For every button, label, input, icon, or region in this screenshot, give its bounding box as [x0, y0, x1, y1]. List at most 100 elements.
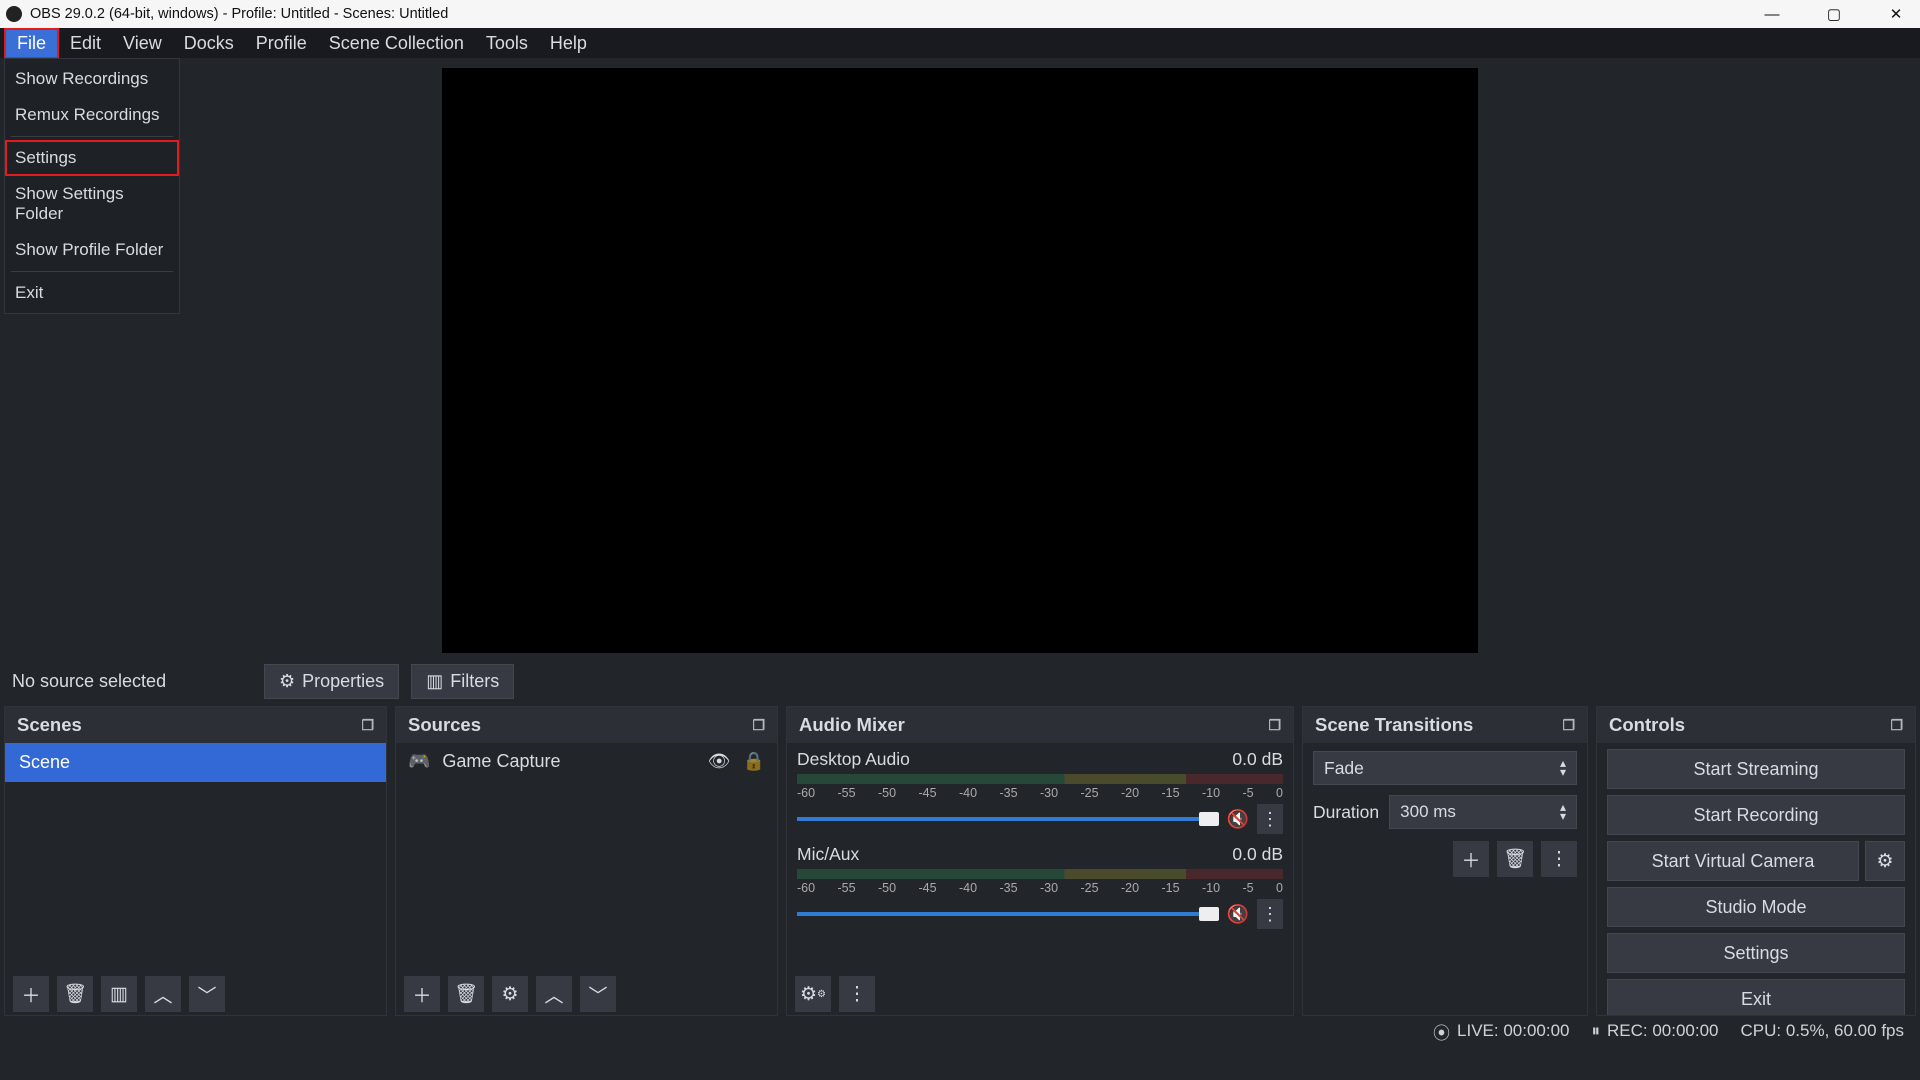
menu-separator [11, 136, 173, 137]
remove-scene-button[interactable]: 🗑 [57, 976, 93, 1012]
pause-icon: ⏸ [1592, 1021, 1601, 1041]
add-scene-button[interactable]: ＋ [13, 976, 49, 1012]
properties-label: Properties [302, 671, 384, 692]
duration-label: Duration [1313, 802, 1379, 823]
start-virtual-camera-button[interactable]: Start Virtual Camera [1607, 841, 1859, 881]
track-db: 0.0 dB [1232, 749, 1283, 770]
file-menu-dropdown: Show Recordings Remux Recordings Setting… [4, 58, 180, 314]
visibility-icon[interactable]: 👁 [708, 751, 731, 772]
move-scene-down-button[interactable]: ﹀ [189, 976, 225, 1012]
popout-icon[interactable]: ❐ [1268, 717, 1281, 734]
lock-icon[interactable]: 🔒 [743, 751, 765, 772]
updown-icon: ▴▾ [1560, 803, 1566, 821]
remove-source-button[interactable]: 🗑 [448, 976, 484, 1012]
game-capture-icon: 🎮 [408, 751, 430, 772]
window-title: OBS 29.0.2 (64-bit, windows) - Profile: … [30, 6, 448, 22]
status-live: ⦿ LIVE: 00:00:00 [1433, 1019, 1569, 1044]
menu-show-settings-folder[interactable]: Show Settings Folder [5, 176, 179, 232]
transition-select[interactable]: Fade ▴▾ [1313, 751, 1577, 785]
duration-spinner[interactable]: 300 ms ▴▾ [1389, 795, 1577, 829]
source-item[interactable]: 🎮 Game Capture 👁 🔒 [396, 743, 777, 780]
filters-icon: ▥ [426, 671, 443, 692]
transition-value: Fade [1324, 758, 1364, 779]
scene-filters-button[interactable]: ▥ [101, 976, 137, 1012]
menu-settings[interactable]: Settings [5, 140, 179, 176]
popout-icon[interactable]: ❐ [1562, 717, 1575, 734]
menu-docks[interactable]: Docks [173, 30, 245, 57]
menu-view[interactable]: View [112, 30, 173, 57]
no-source-label: No source selected [12, 671, 252, 692]
volume-slider[interactable] [797, 912, 1219, 916]
audio-mixer-panel: Audio Mixer ❐ Desktop Audio 0.0 dB -60-5… [786, 706, 1294, 1016]
maximize-button[interactable]: ▢ [1814, 5, 1854, 23]
transition-menu-button[interactable]: ⋮ [1541, 841, 1577, 877]
start-recording-button[interactable]: Start Recording [1607, 795, 1905, 835]
mixer-menu-button[interactable]: ⋮ [839, 976, 875, 1012]
status-cpu: CPU: 0.5%, 60.00 fps [1741, 1021, 1904, 1041]
menu-show-profile-folder[interactable]: Show Profile Folder [5, 232, 179, 268]
filters-button[interactable]: ▥ Filters [411, 664, 514, 699]
audio-meter [797, 869, 1283, 879]
menu-show-recordings[interactable]: Show Recordings [5, 61, 179, 97]
track-name: Desktop Audio [797, 749, 910, 770]
move-source-down-button[interactable]: ﹀ [580, 976, 616, 1012]
close-button[interactable]: ✕ [1876, 5, 1916, 23]
menu-profile[interactable]: Profile [245, 30, 318, 57]
filters-label: Filters [450, 671, 499, 692]
exit-button[interactable]: Exit [1607, 979, 1905, 1015]
menubar: File Edit View Docks Profile Scene Colle… [0, 28, 1920, 58]
menu-edit[interactable]: Edit [59, 30, 112, 57]
popout-icon[interactable]: ❐ [752, 717, 765, 734]
duration-value: 300 ms [1400, 802, 1456, 822]
preview-canvas[interactable] [442, 68, 1478, 653]
titlebar: OBS 29.0.2 (64-bit, windows) - Profile: … [0, 0, 1920, 28]
menu-tools[interactable]: Tools [475, 30, 539, 57]
menu-scene-collection[interactable]: Scene Collection [318, 30, 475, 57]
source-info-bar: No source selected ⚙ Properties ▥ Filter… [0, 656, 1920, 706]
source-label: Game Capture [442, 751, 560, 772]
studio-mode-button[interactable]: Studio Mode [1607, 887, 1905, 927]
updown-icon: ▴▾ [1560, 759, 1566, 777]
broadcast-icon: ⦿ [1433, 1019, 1450, 1044]
scenes-title: Scenes [17, 714, 82, 736]
popout-icon[interactable]: ❐ [1890, 717, 1903, 734]
menu-exit[interactable]: Exit [5, 275, 179, 311]
menu-help[interactable]: Help [539, 30, 598, 57]
controls-title: Controls [1609, 714, 1685, 736]
transitions-panel: Scene Transitions ❐ Fade ▴▾ Duration 300… [1302, 706, 1588, 1016]
source-properties-button[interactable]: ⚙ [492, 976, 528, 1012]
settings-button[interactable]: Settings [1607, 933, 1905, 973]
audio-track: Desktop Audio 0.0 dB -60-55-50-45-40-35-… [787, 743, 1293, 838]
track-menu-button[interactable]: ⋮ [1257, 899, 1283, 929]
popout-icon[interactable]: ❐ [361, 717, 374, 734]
menu-file[interactable]: File [4, 28, 59, 59]
minimize-button[interactable]: — [1752, 6, 1792, 23]
properties-button[interactable]: ⚙ Properties [264, 664, 399, 699]
scene-item[interactable]: Scene [5, 743, 386, 782]
status-rec: ⏸ REC: 00:00:00 [1592, 1021, 1719, 1041]
menu-remux-recordings[interactable]: Remux Recordings [5, 97, 179, 133]
gear-icon: ⚙ [279, 671, 295, 692]
mute-icon[interactable]: 🔇 [1227, 809, 1249, 830]
remove-transition-button[interactable]: 🗑 [1497, 841, 1533, 877]
track-menu-button[interactable]: ⋮ [1257, 804, 1283, 834]
move-scene-up-button[interactable]: ︿ [145, 976, 181, 1012]
add-transition-button[interactable]: ＋ [1453, 841, 1489, 877]
db-ticks: -60-55-50-45-40-35-30-25-20-15-10-50 [797, 786, 1283, 800]
controls-panel: Controls ❐ Start Streaming Start Recordi… [1596, 706, 1916, 1016]
add-source-button[interactable]: ＋ [404, 976, 440, 1012]
track-name: Mic/Aux [797, 844, 859, 865]
obs-logo-icon [6, 6, 22, 22]
virtual-camera-settings-button[interactable]: ⚙ [1865, 841, 1905, 881]
advanced-audio-button[interactable]: ⚙⚙ [795, 976, 831, 1012]
mixer-title: Audio Mixer [799, 714, 905, 736]
mute-icon[interactable]: 🔇 [1227, 904, 1249, 925]
start-streaming-button[interactable]: Start Streaming [1607, 749, 1905, 789]
menu-separator [11, 271, 173, 272]
audio-track: Mic/Aux 0.0 dB -60-55-50-45-40-35-30-25-… [787, 838, 1293, 933]
audio-meter [797, 774, 1283, 784]
volume-slider[interactable] [797, 817, 1219, 821]
sources-panel: Sources ❐ 🎮 Game Capture 👁 🔒 ＋ 🗑 ⚙ ︿ ﹀ [395, 706, 778, 1016]
move-source-up-button[interactable]: ︿ [536, 976, 572, 1012]
scenes-panel: Scenes ❐ Scene ＋ 🗑 ▥ ︿ ﹀ [4, 706, 387, 1016]
